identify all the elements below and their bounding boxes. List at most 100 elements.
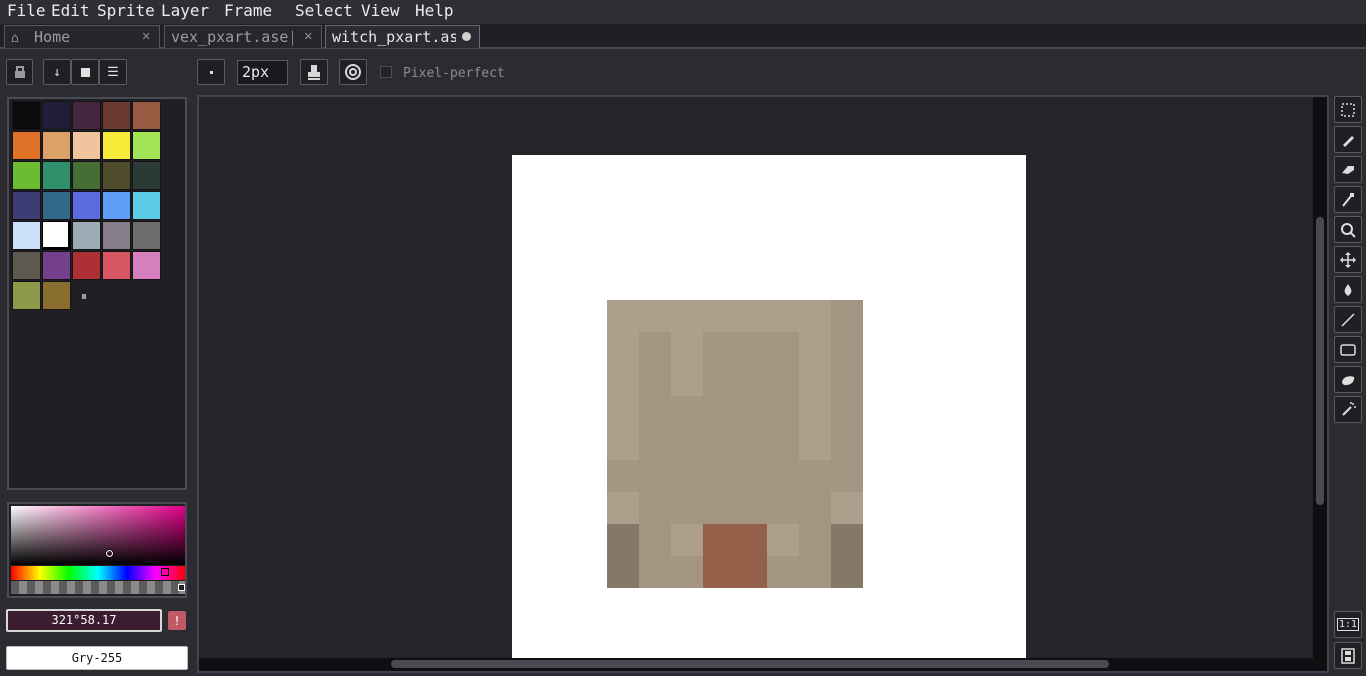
down-button[interactable]: ↓ [43, 59, 71, 85]
timeline-button[interactable] [1334, 642, 1362, 669]
palette-swatch[interactable] [132, 191, 161, 220]
palette-swatch[interactable] [42, 281, 71, 310]
palette-swatch[interactable] [132, 101, 161, 130]
color-value-field[interactable]: 321°58.17 [6, 609, 162, 632]
palette-swatch[interactable] [12, 251, 41, 280]
sprite-pixel [767, 364, 799, 396]
palette-swatch[interactable] [102, 191, 131, 220]
canvas-area[interactable] [197, 95, 1329, 673]
warning-button[interactable]: ! [168, 611, 186, 630]
dynamics-button[interactable] [339, 59, 367, 85]
menu-view[interactable]: View [361, 1, 400, 20]
palette-swatch[interactable] [42, 131, 71, 160]
zoom-reset-button[interactable]: 1:1 [1334, 611, 1362, 638]
save-palette-button[interactable] [71, 59, 99, 85]
menu-help[interactable]: Help [415, 1, 454, 20]
eyedropper-tool-button[interactable] [1334, 186, 1362, 213]
palette-swatch[interactable] [42, 251, 71, 280]
palette-swatch[interactable] [72, 131, 101, 160]
menu-sprite[interactable]: Sprite [97, 1, 155, 20]
palette-swatch[interactable] [102, 161, 131, 190]
palette-resize-handle[interactable]: ⏸ [81, 289, 87, 304]
palette-swatch[interactable] [102, 131, 131, 160]
spray-tool-button[interactable] [1334, 396, 1362, 423]
sprite-pixel [831, 556, 863, 588]
sv-cursor[interactable] [106, 550, 113, 557]
ink-button[interactable] [300, 59, 328, 85]
rectangle-tool-button[interactable] [1334, 336, 1362, 363]
pencil-tool-button[interactable] [1334, 126, 1362, 153]
sprite-pixel [639, 300, 671, 332]
palette-swatch[interactable] [72, 161, 101, 190]
sprite-pixel [639, 492, 671, 524]
close-icon[interactable]: ✕ [304, 28, 312, 44]
color-name-field[interactable]: Gry-255 [6, 646, 188, 670]
menu-layer[interactable]: Layer [161, 1, 209, 20]
palette-swatch[interactable] [72, 191, 101, 220]
palette-swatch[interactable] [132, 161, 161, 190]
sprite-canvas[interactable] [512, 155, 1026, 660]
palette-swatch[interactable] [12, 191, 41, 220]
hue-slider[interactable] [11, 566, 185, 580]
tab-home[interactable]: ⌂ Home ✕ [4, 25, 160, 48]
pixel-perfect-checkbox[interactable] [380, 66, 392, 78]
color-picker[interactable] [7, 502, 187, 598]
sprite-pixel [735, 428, 767, 460]
palette-swatch[interactable] [12, 101, 41, 130]
palette-swatch[interactable] [102, 101, 131, 130]
palette-swatch[interactable] [132, 251, 161, 280]
brush-size-input[interactable]: 2px [237, 60, 288, 85]
palette-swatch[interactable] [132, 131, 161, 160]
palette-menu-button[interactable]: ☰ [99, 59, 127, 85]
menu-select[interactable]: Select [295, 1, 353, 20]
spray-icon [1342, 401, 1356, 416]
palette-swatch[interactable] [12, 161, 41, 190]
alpha-cursor[interactable] [178, 584, 185, 591]
brush-type-button[interactable] [197, 59, 225, 85]
vertical-scrollbar[interactable] [1316, 217, 1324, 505]
palette-swatch[interactable] [12, 281, 41, 310]
rectangular-marquee-tool-button[interactable] [1334, 96, 1362, 123]
menu-frame[interactable]: Frame [224, 1, 272, 20]
palette-swatch[interactable] [72, 221, 101, 250]
palette-swatch[interactable] [102, 221, 131, 250]
tab-label: witch_pxart.as [332, 28, 456, 46]
sprite-pixel [799, 460, 831, 492]
palette-swatch[interactable] [102, 251, 131, 280]
eraser-tool-button[interactable] [1334, 156, 1362, 183]
tab-label: Home [34, 28, 71, 46]
paint-bucket-tool-button[interactable] [1334, 276, 1362, 303]
menu-file[interactable]: File [7, 1, 46, 20]
sprite-pixel [639, 524, 671, 556]
palette-swatch[interactable] [42, 101, 71, 130]
eyedropper-icon [1342, 192, 1354, 207]
saturation-value-box[interactable] [11, 506, 185, 565]
sprite-pixel [639, 364, 671, 396]
palette-swatch[interactable] [42, 221, 71, 250]
menu-edit[interactable]: Edit [51, 1, 90, 20]
palette-swatch[interactable] [42, 161, 71, 190]
palette-panel: ⏸ [7, 97, 187, 490]
hue-cursor[interactable] [161, 568, 169, 576]
sprite-pixel [735, 364, 767, 396]
palette-swatch[interactable] [12, 221, 41, 250]
alpha-slider[interactable] [11, 581, 185, 594]
move-tool-button[interactable] [1334, 246, 1362, 273]
lock-button[interactable] [6, 59, 33, 85]
horizontal-scrollbar[interactable] [391, 660, 1109, 668]
palette-swatch[interactable] [72, 101, 101, 130]
contour-tool-button[interactable] [1334, 366, 1362, 393]
tab-bar: ⌂ Home ✕ vex_pxart.ase| ✕ witch_pxart.as [0, 24, 1366, 49]
tab-vex[interactable]: vex_pxart.ase| ✕ [164, 25, 322, 48]
sprite-pixel [671, 556, 703, 588]
sprite-pixel [607, 556, 639, 588]
zoom-tool-button[interactable] [1334, 216, 1362, 243]
palette-swatch[interactable] [42, 191, 71, 220]
palette-swatch[interactable] [132, 221, 161, 250]
palette-swatch[interactable] [12, 131, 41, 160]
tab-witch[interactable]: witch_pxart.as [325, 25, 480, 48]
close-icon[interactable]: ✕ [142, 28, 150, 44]
palette-swatch[interactable] [72, 251, 101, 280]
line-tool-button[interactable] [1334, 306, 1362, 333]
sprite-pixel [671, 300, 703, 332]
